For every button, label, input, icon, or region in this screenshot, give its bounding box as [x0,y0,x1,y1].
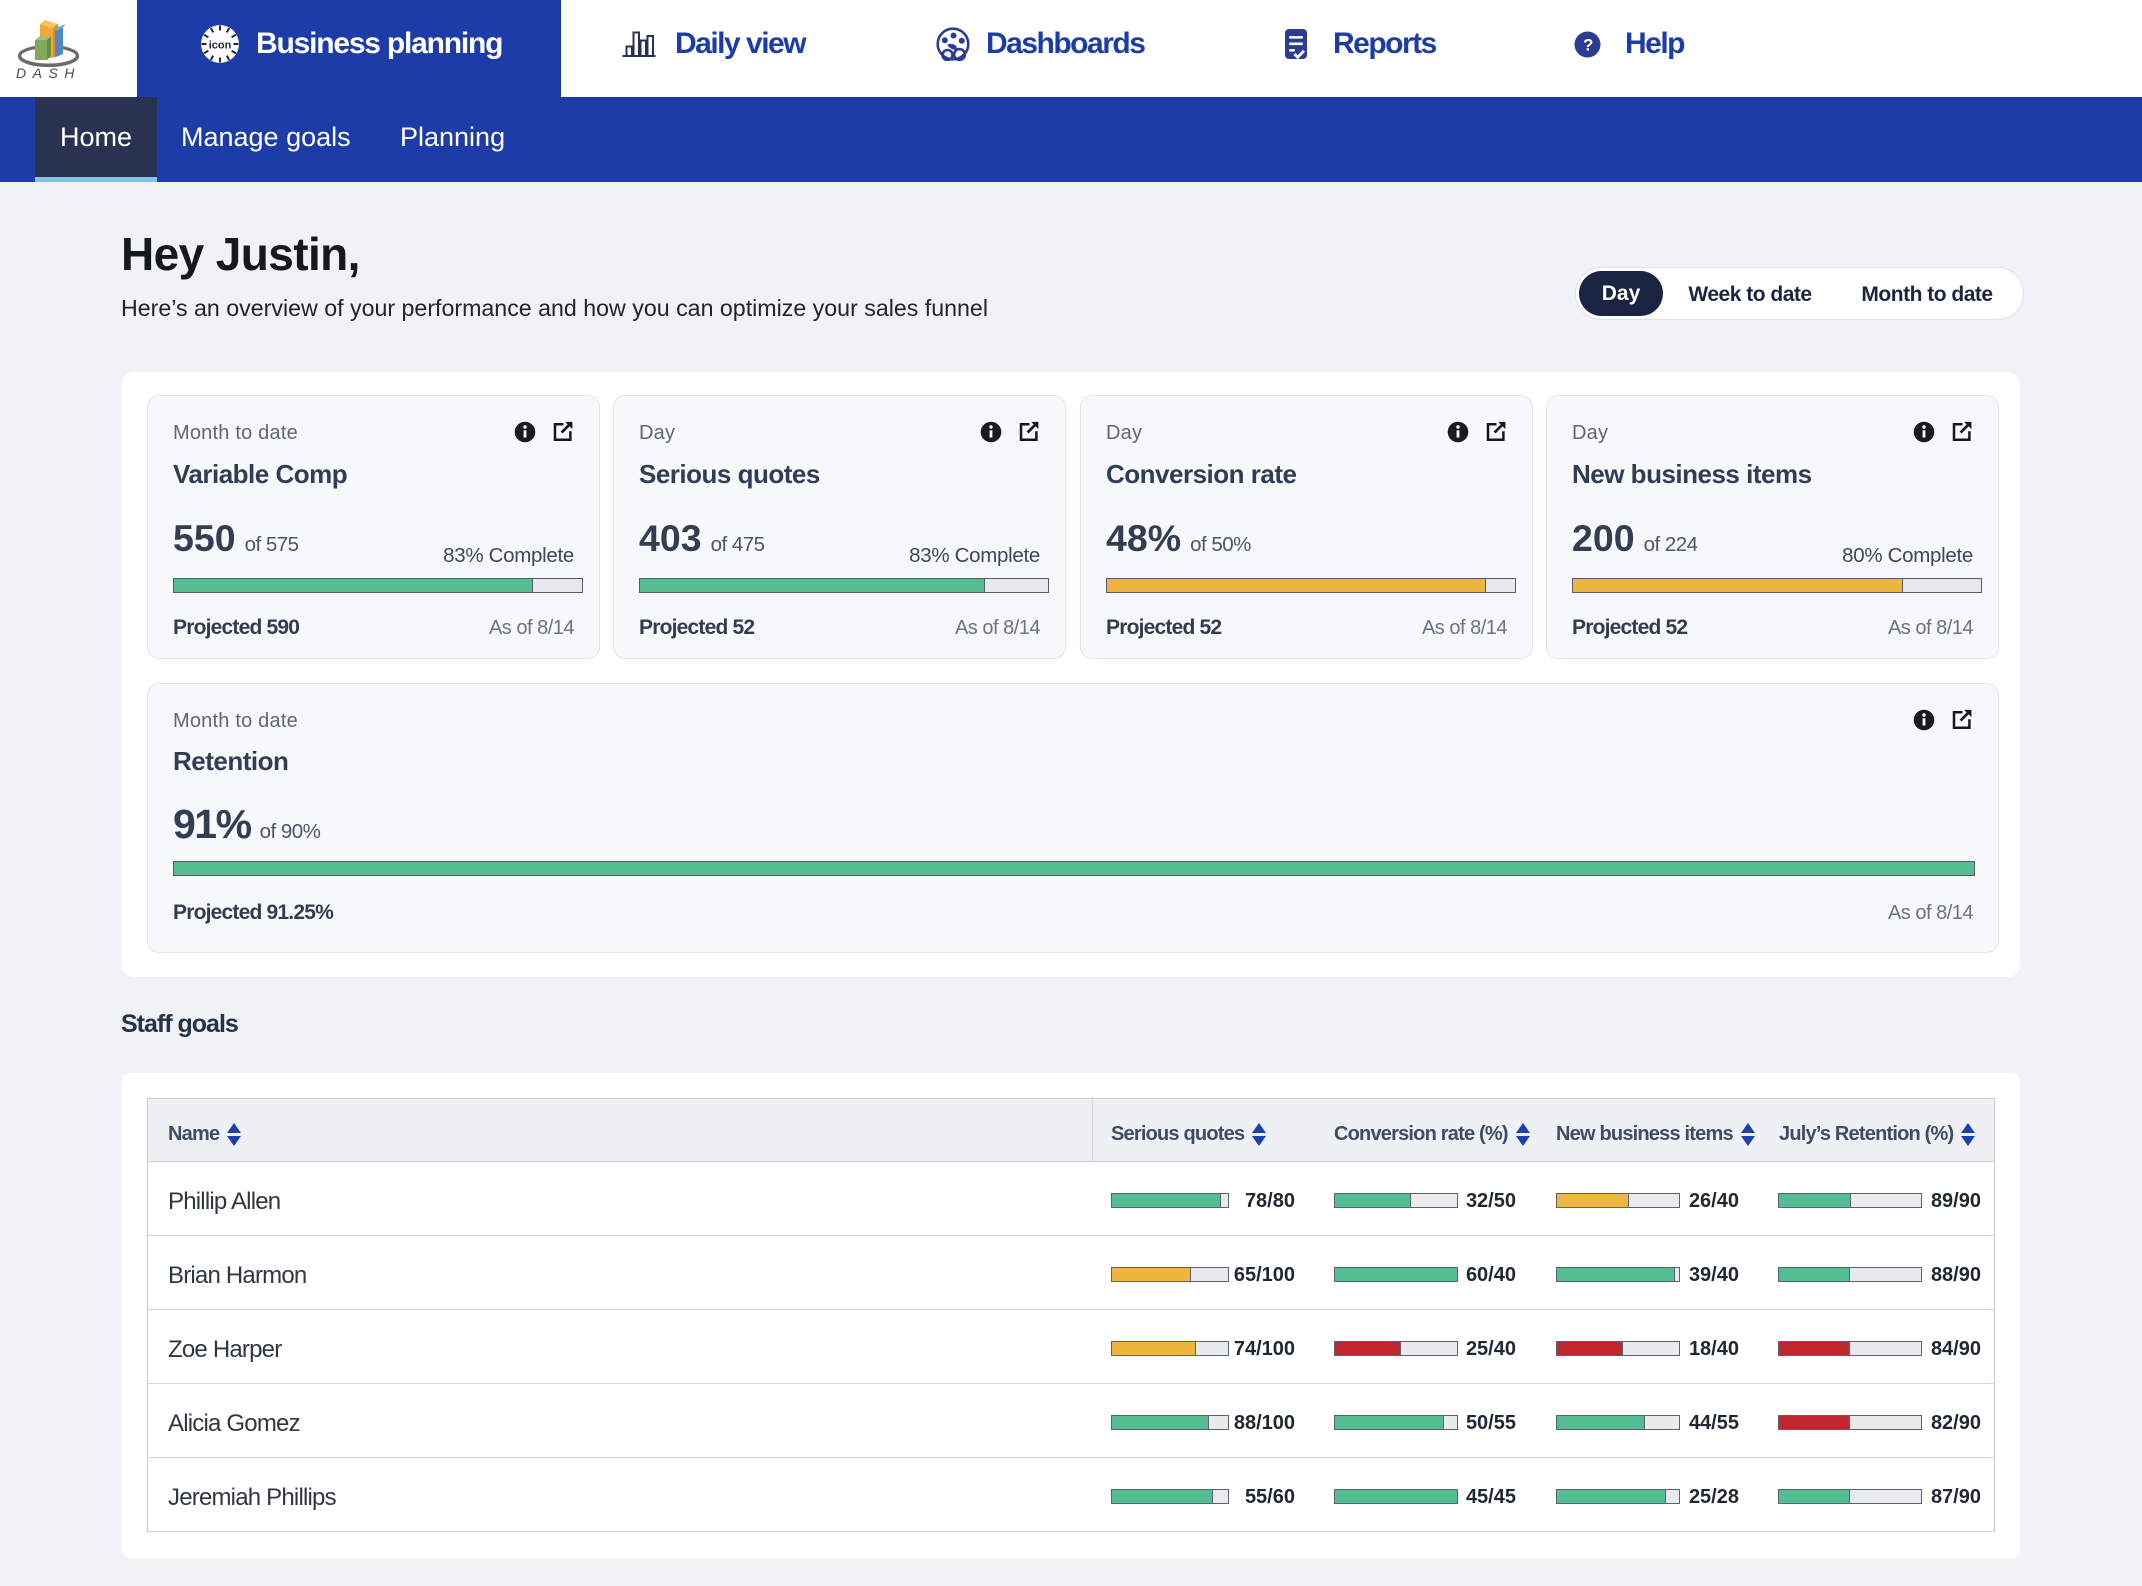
svg-text:icon: icon [209,40,232,52]
svg-text:DASH: DASH [16,65,81,81]
svg-text:?: ? [1583,35,1593,54]
